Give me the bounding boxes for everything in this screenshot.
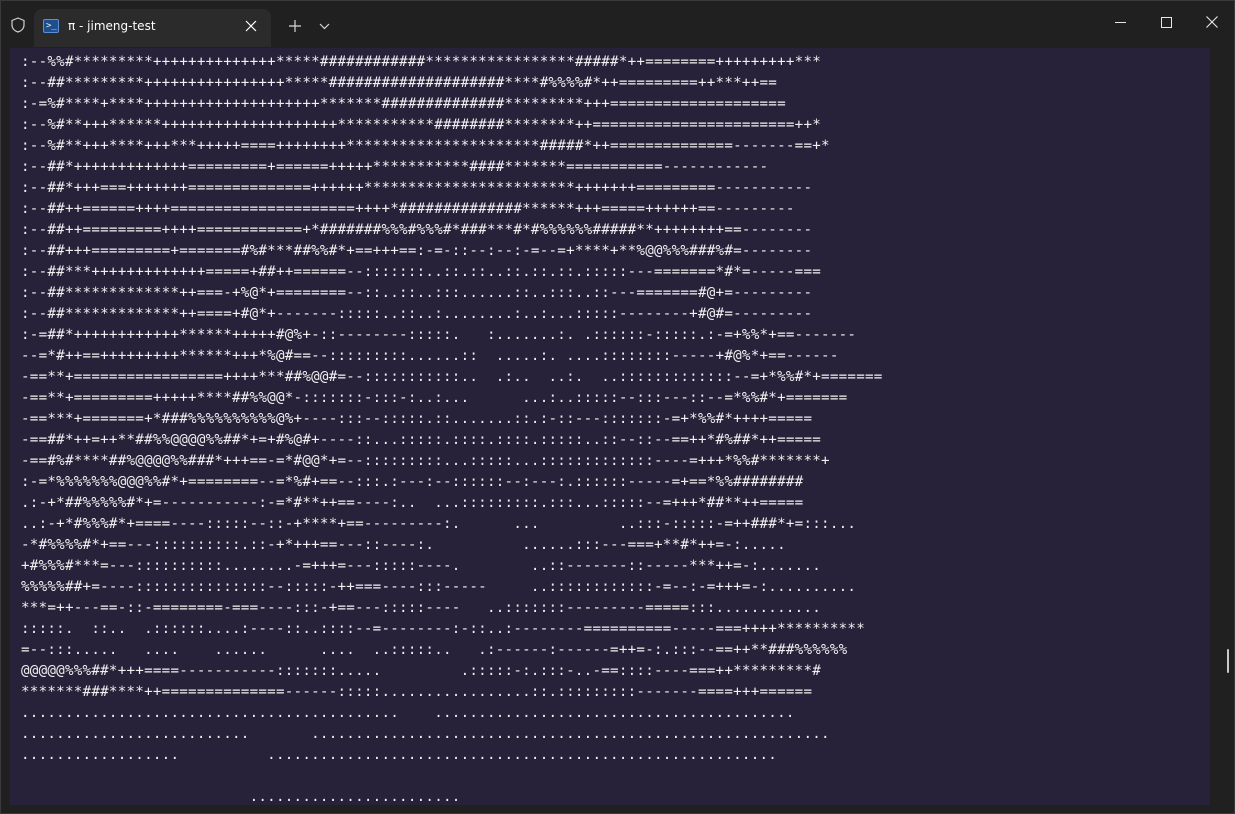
terminal-line: :--##*+++===+++++++==============++++++*… — [21, 180, 813, 196]
terminal-line: --=*#++==+++++++++******+++*%@#==--:::::… — [21, 348, 839, 364]
close-window-button[interactable] — [1189, 1, 1235, 43]
terminal-line: :--##*************++===-+%@*+========--:… — [21, 285, 813, 301]
close-icon — [1206, 16, 1218, 28]
terminal-line: -==##*++=++**##%%@@@@%%##*+=+#%@#+----::… — [21, 432, 822, 448]
terminal-line: %%%%%##+=----:::::::::::::::--:::::-++==… — [21, 579, 857, 595]
terminal-line: :-=%#****+****++++++++++++++++++++******… — [21, 96, 786, 112]
terminal-line: -==***+=======+*###%%%%%%%%%%@%+----:::-… — [21, 411, 813, 427]
terminal-line: :--%%#*********++++++++++++++*****######… — [21, 54, 822, 70]
terminal-line: +#%%%#***=---::::::::::........-=+++=---… — [21, 558, 822, 574]
terminal-line: :--##++=========++++============+*######… — [21, 222, 813, 238]
maximize-button[interactable] — [1143, 1, 1189, 43]
terminal-line: :--##++======++++=====================++… — [21, 201, 795, 217]
terminal-line: ***=++---==-::-========-===----:::-+==--… — [21, 600, 822, 616]
terminal-line: .:-+*##%%%%%#*+=-----------:-=*#**++==--… — [21, 495, 804, 511]
terminal-line: :-=##*++++++++++++******+++++#@%+-::----… — [21, 327, 857, 343]
terminal-line: -*#%%%%#*+==---::::::::::.::-+*+++==---:… — [21, 537, 786, 553]
minimize-icon — [1114, 21, 1126, 23]
terminal-icon: >_ — [43, 19, 59, 33]
terminal-line: .......................... .............… — [21, 726, 830, 742]
terminal-line: -==#%#****##%@@@@%%###*+++==-=*#@@*+=--:… — [21, 453, 830, 469]
terminal-line: :--##*********++++++++++++++++*****#####… — [21, 75, 778, 91]
chevron-down-icon — [319, 23, 329, 29]
scrollbar-thumb[interactable] — [1227, 649, 1229, 673]
plus-icon — [289, 20, 301, 32]
shield-icon[interactable] — [7, 13, 29, 37]
close-icon — [245, 20, 257, 32]
new-tab-button[interactable] — [283, 14, 307, 38]
terminal-line: -==**+=================++++***##%@@#=--:… — [21, 369, 883, 385]
terminal-line: =--:::..... .... ...... .... ..:::::.. .… — [21, 642, 848, 658]
close-tab-button[interactable] — [240, 15, 262, 37]
terminal-line: :--##+++=========+=======#%#***##%%#*+==… — [21, 243, 813, 259]
terminal-line: :--%#**+++******++++++++++++++++++++****… — [21, 117, 822, 133]
terminal-line: :--##*+++++++++++++=========+======+++++… — [21, 159, 769, 175]
terminal-pane[interactable]: :--%%#*********++++++++++++++*****######… — [10, 48, 1210, 805]
tab-active[interactable]: >_ π - jimeng-test — [34, 9, 271, 47]
terminal-output: :--%%#*********++++++++++++++*****######… — [21, 52, 883, 805]
terminal-line: :--##*************++====+#@*+-------::::… — [21, 306, 813, 322]
title-bar[interactable]: >_ π - jimeng-test — [1, 1, 1234, 47]
terminal-line: -==**+=========+++++****##%%@@*-:::::::-… — [21, 390, 848, 406]
terminal-window: >_ π - jimeng-test:--%%#*********++++++… — [0, 0, 1235, 814]
maximize-icon — [1160, 16, 1172, 28]
tab-title: π - jimeng-test — [68, 19, 156, 33]
terminal-line: ........................ — [21, 789, 461, 805]
terminal-line: :--##***+++++++++++++=====+##++======--:… — [21, 264, 822, 280]
terminal-line: :-=*%%%%%%%@@@%%#*+========--=*%#+==--::… — [21, 474, 804, 490]
terminal-line: *******###****++==============------::::… — [21, 684, 813, 700]
terminal-line: @@@@@%%%##*+++====-----------:::::::....… — [21, 663, 822, 679]
terminal-line: .................. .....................… — [21, 747, 778, 763]
terminal-line: :--%#**+++****+++***+++++====++++++++***… — [21, 138, 830, 154]
terminal-line: ..:-+*#%%%#*+====----:::::--::-+****+==-… — [21, 516, 857, 532]
minimize-button[interactable] — [1097, 1, 1143, 43]
tab-dropdown-button[interactable] — [312, 14, 336, 38]
terminal-line: ........................................… — [21, 705, 795, 721]
terminal-line: :::::. ::.. .::::::....:----::..::::--=-… — [21, 621, 865, 637]
